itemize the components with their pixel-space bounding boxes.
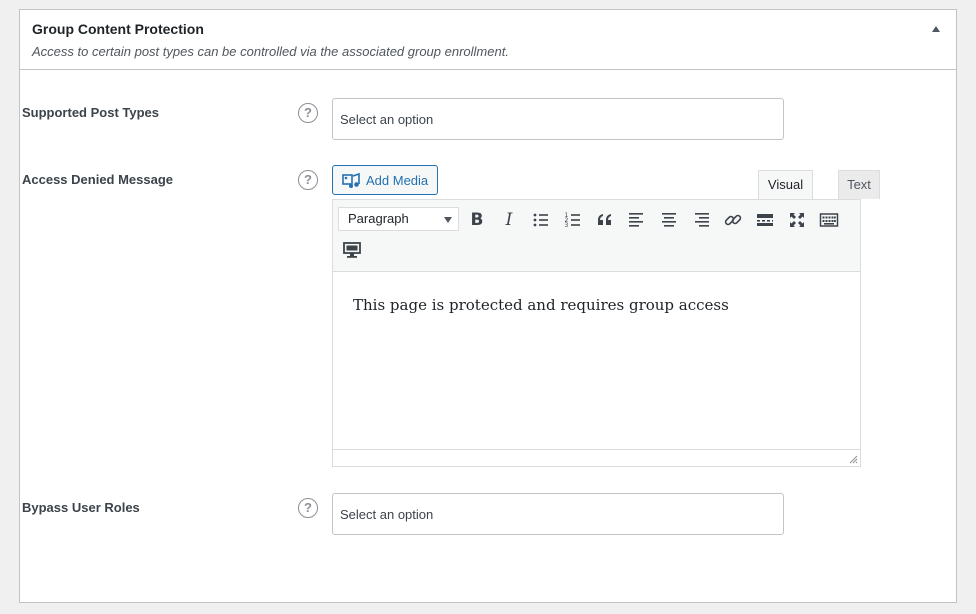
italic-button[interactable]: I [495, 206, 523, 234]
align-center-icon [662, 213, 676, 227]
fullscreen-icon [790, 213, 804, 227]
add-media-label: Add Media [366, 173, 429, 188]
collapse-toggle-icon[interactable] [930, 24, 944, 36]
insert-link-button[interactable] [719, 206, 747, 234]
bulleted-list-icon [533, 213, 548, 227]
bold-button[interactable]: B [463, 206, 491, 234]
fullscreen-button[interactable] [783, 206, 811, 234]
editor-statusbar [333, 449, 860, 466]
resize-handle-icon[interactable] [848, 454, 858, 464]
metabox-header: Group Content Protection Access to certa… [20, 10, 956, 70]
screen-button[interactable] [338, 236, 366, 264]
align-left-button[interactable] [623, 206, 651, 234]
keyboard-icon [819, 213, 839, 227]
help-icon[interactable]: ? [298, 170, 318, 190]
media-icon [342, 172, 360, 188]
supported-post-types-select[interactable]: Select an option [332, 98, 784, 140]
bypass-user-roles-select[interactable]: Select an option [332, 493, 784, 535]
align-center-button[interactable] [655, 206, 683, 234]
add-media-button[interactable]: Add Media [332, 165, 438, 195]
link-icon [724, 214, 742, 226]
tab-text[interactable]: Text [838, 170, 880, 199]
help-icon[interactable]: ? [298, 498, 318, 518]
blockquote-button[interactable] [591, 206, 619, 234]
format-select[interactable]: Paragraph [338, 207, 459, 231]
rich-text-editor: Paragraph B I 1 2 3 This page is protect… [332, 199, 861, 467]
read-more-button[interactable] [751, 206, 779, 234]
numbered-list-icon: 1 2 3 [565, 212, 580, 229]
numbered-list-button[interactable]: 1 2 3 [559, 206, 587, 234]
bold-icon: B [470, 210, 484, 230]
align-right-icon [695, 213, 709, 227]
toolbar-toggle-button[interactable] [815, 206, 843, 234]
align-left-icon [629, 213, 643, 227]
italic-icon: I [505, 210, 513, 230]
blockquote-icon [598, 214, 611, 225]
editor-content[interactable]: This page is protected and requires grou… [353, 296, 729, 314]
svg-text:3: 3 [565, 222, 569, 229]
format-select-value: Paragraph [348, 211, 409, 226]
screen-icon [343, 242, 361, 258]
help-icon[interactable]: ? [298, 103, 318, 123]
tab-visual[interactable]: Visual [758, 170, 813, 199]
chevron-down-icon [444, 217, 452, 223]
metabox-description: Access to certain post types can be cont… [32, 44, 509, 59]
read-more-icon [757, 214, 773, 226]
metabox-title: Group Content Protection [32, 21, 204, 37]
bulleted-list-button[interactable] [527, 206, 555, 234]
align-right-button[interactable] [687, 206, 715, 234]
editor-toolbar: Paragraph B I 1 2 3 [333, 200, 860, 272]
supported-post-types-label: Supported Post Types [22, 105, 159, 120]
access-denied-message-label: Access Denied Message [22, 172, 174, 187]
bypass-user-roles-label: Bypass User Roles [22, 500, 140, 515]
